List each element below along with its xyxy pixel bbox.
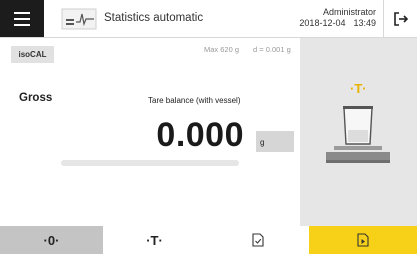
- tare-button[interactable]: ·T·: [103, 226, 206, 254]
- unit-selector[interactable]: g: [256, 131, 294, 152]
- date-time: 2018-12-04 13:49: [299, 18, 376, 29]
- top-bar: Statistics automatic Administrator 2018-…: [0, 0, 417, 38]
- balance-panel: ·T·: [300, 38, 417, 226]
- date: 2018-12-04: [299, 18, 346, 28]
- time: 13:49: [353, 18, 376, 28]
- user-info[interactable]: Administrator 2018-12-04 13:49: [299, 7, 376, 29]
- logout-button[interactable]: [383, 0, 417, 37]
- weighing-panel: isoCAL Max 620 g d = 0.001 g Gross Tare …: [0, 38, 300, 226]
- task-title: Statistics automatic: [104, 12, 204, 24]
- menu-button[interactable]: [0, 0, 44, 37]
- document-button[interactable]: [206, 226, 309, 254]
- hamburger-menu-icon: [14, 11, 30, 14]
- readability: d = 0.001 g: [253, 45, 291, 54]
- tare-indicator: ·T·: [350, 81, 367, 96]
- balance-with-vessel-icon: [326, 106, 390, 163]
- user-name: Administrator: [322, 7, 376, 17]
- logout-icon: [393, 11, 408, 26]
- instruction-text: Tare balance (with vessel): [148, 96, 241, 105]
- weight-mode-label: Gross: [19, 92, 53, 104]
- start-result-button[interactable]: [309, 226, 417, 254]
- function-bar: ·0· ·T·: [0, 226, 417, 254]
- isocal-button[interactable]: isoCAL: [11, 46, 54, 63]
- weighing-progress-bar: [61, 160, 239, 166]
- statistics-icon[interactable]: [61, 8, 97, 30]
- weight-value: 0.000: [156, 116, 244, 154]
- zero-button[interactable]: ·0·: [0, 226, 103, 254]
- document-check-icon: [251, 233, 264, 247]
- document-play-icon: [357, 233, 369, 247]
- capacity-max: Max 620 g: [204, 45, 240, 54]
